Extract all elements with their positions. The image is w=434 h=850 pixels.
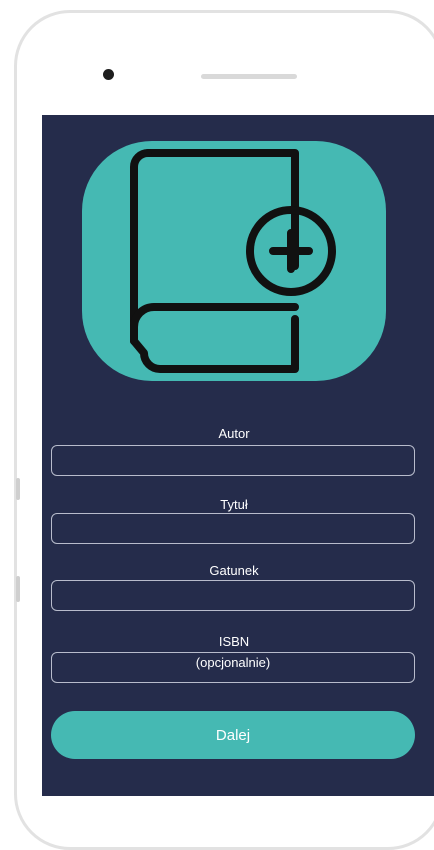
next-button[interactable]: Dalej — [51, 711, 415, 759]
book-add-icon — [130, 149, 336, 373]
side-button — [16, 478, 20, 500]
isbn-input[interactable] — [51, 652, 415, 683]
genre-input[interactable] — [51, 580, 415, 611]
title-label: Tytuł — [220, 497, 248, 512]
title-input[interactable] — [51, 513, 415, 544]
isbn-label: ISBN — [218, 634, 250, 649]
author-label: Autor — [218, 426, 250, 441]
speaker-grille — [201, 74, 297, 79]
app-screen: Autor Tytuł Gatunek ISBN Dalej — [42, 115, 434, 796]
front-camera — [103, 69, 114, 80]
author-input[interactable] — [51, 445, 415, 476]
app-logo — [82, 141, 386, 381]
genre-label: Gatunek — [209, 563, 259, 578]
side-button — [16, 576, 20, 602]
